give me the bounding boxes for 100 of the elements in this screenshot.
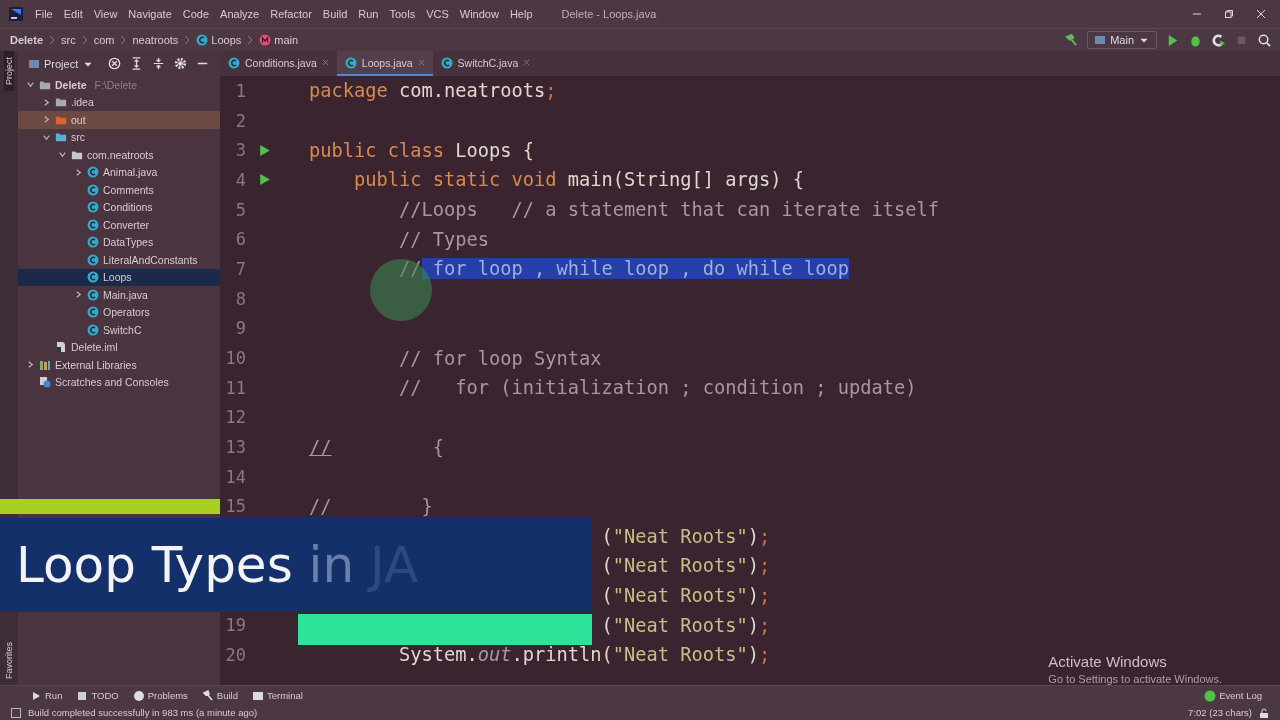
menu-item[interactable]: Refactor: [270, 8, 312, 20]
class-icon: [87, 306, 99, 319]
menu-item[interactable]: VCS: [426, 8, 449, 20]
chevron-icon[interactable]: [42, 115, 51, 125]
tree-item[interactable]: Converter: [18, 216, 220, 234]
class-icon: [344, 56, 357, 69]
locate-icon[interactable]: [107, 56, 123, 71]
class-icon: [87, 218, 99, 231]
tool-window-tab[interactable]: Run: [30, 689, 63, 702]
breadcrumb-item[interactable]: com: [93, 34, 115, 46]
status-message: Build completed successfully in 983 ms (a minute ago): [28, 707, 258, 718]
menu-item[interactable]: View: [93, 8, 118, 20]
tree-item[interactable]: Main.java: [18, 286, 220, 304]
library-icon: [39, 358, 51, 371]
tree-item[interactable]: com.neatroots: [18, 146, 220, 164]
tree-item[interactable]: LiteralAndConstants: [18, 251, 220, 269]
class-icon: [87, 323, 99, 336]
tree-item[interactable]: Delete F:\Delete: [18, 76, 220, 94]
project-view-dropdown[interactable]: Project: [22, 55, 101, 72]
breadcrumb-item[interactable]: src: [61, 34, 76, 46]
tree-item-label: .idea: [71, 96, 94, 109]
code-line: public class Loops {: [309, 139, 535, 161]
tree-item[interactable]: Delete.iml: [18, 338, 220, 356]
line-number: 5: [235, 199, 246, 220]
caret-position[interactable]: 7:02 (23 chars): [1188, 707, 1252, 718]
tree-item[interactable]: out: [18, 111, 220, 129]
breadcrumb-item[interactable]: neatroots: [132, 34, 179, 46]
settings-icon[interactable]: [173, 56, 189, 71]
favorites-tool-tab[interactable]: Favorites: [4, 636, 14, 685]
line-number: 6: [235, 229, 246, 250]
coverage-icon[interactable]: [1211, 32, 1226, 48]
search-icon[interactable]: [1257, 32, 1272, 48]
editor-tab[interactable]: Conditions.java: [220, 51, 337, 76]
chevron-icon[interactable]: [26, 80, 35, 90]
menu-item[interactable]: Analyze: [220, 8, 260, 20]
class-icon: [87, 183, 99, 196]
breadcrumb-item[interactable]: Loops: [196, 34, 242, 46]
tree-item[interactable]: External Libraries: [18, 356, 220, 374]
code-line: // }: [309, 495, 433, 517]
activation-title: Activate Windows: [1048, 653, 1168, 670]
tool-window-tab[interactable]: TODO: [76, 689, 119, 702]
hammer-icon[interactable]: [1064, 32, 1080, 48]
class-icon: [87, 253, 99, 266]
restore-icon[interactable]: [1224, 9, 1234, 19]
project-tool-tab[interactable]: Project: [4, 51, 14, 91]
chevron-icon[interactable]: [74, 290, 83, 300]
tree-item[interactable]: Loops: [18, 268, 220, 286]
menu-item[interactable]: Code: [182, 8, 210, 20]
lock-icon[interactable]: [1258, 706, 1270, 719]
chevron-icon[interactable]: [74, 167, 83, 177]
menu-item[interactable]: Edit: [63, 8, 83, 20]
event-log-button[interactable]: Event Log: [1204, 689, 1262, 702]
tree-item[interactable]: Operators: [18, 303, 220, 321]
menu-item[interactable]: Help: [509, 8, 533, 20]
line-number: 9: [235, 318, 246, 339]
menu-item[interactable]: Build: [322, 8, 348, 20]
editor-tab[interactable]: Loops.java: [336, 51, 433, 76]
tree-item[interactable]: src: [18, 128, 220, 146]
status-icon[interactable]: [10, 706, 22, 719]
tree-item[interactable]: SwitchC: [18, 321, 220, 339]
tree-item[interactable]: .idea: [18, 93, 220, 111]
tool-window-tab[interactable]: Terminal: [251, 689, 303, 702]
folder-icon: [55, 96, 67, 109]
line-number: 14: [225, 466, 246, 487]
line-number: 10: [225, 348, 246, 369]
breadcrumb-item[interactable]: Delete: [10, 34, 44, 46]
tree-item[interactable]: DataTypes: [18, 233, 220, 251]
menu-item[interactable]: Navigate: [128, 8, 172, 20]
chevron-icon[interactable]: [26, 360, 35, 370]
activation-message: Go to Settings to activate Windows.: [1048, 673, 1222, 685]
chevron-icon[interactable]: [58, 150, 67, 160]
line-number: 20: [225, 644, 246, 665]
menu-item[interactable]: Tools: [389, 8, 416, 20]
run-configuration-dropdown[interactable]: Main: [1087, 31, 1157, 49]
run-gutter-icon[interactable]: [258, 143, 271, 157]
tool-window-tab[interactable]: Problems: [132, 689, 188, 702]
tree-item[interactable]: Conditions: [18, 198, 220, 216]
run-gutter-icon[interactable]: [258, 173, 271, 187]
editor-tab[interactable]: SwitchC.java: [432, 51, 539, 76]
line-number: 7: [235, 258, 246, 279]
tool-window-tab[interactable]: Build: [201, 689, 238, 702]
tree-item-label: Scratches and Consoles: [55, 376, 169, 389]
menu-item[interactable]: Run: [358, 8, 379, 20]
menu-item[interactable]: File: [35, 8, 53, 20]
tree-item[interactable]: Animal.java: [18, 163, 220, 181]
code-line: // for loop , while loop , do while loop: [398, 258, 850, 280]
menu-item[interactable]: Window: [459, 8, 499, 20]
tree-item-label: Comments: [103, 183, 154, 196]
tree-item[interactable]: Scratches and Consoles: [18, 373, 220, 391]
line-number: 8: [235, 288, 246, 309]
code-line: ("Neat Roots");: [601, 555, 771, 577]
tree-item-label: SwitchC: [103, 323, 142, 336]
code-line: package com.neatroots;: [309, 80, 557, 102]
chevron-icon: [81, 35, 88, 45]
code-line: ("Neat Roots");: [601, 614, 771, 636]
terminal-icon: [251, 689, 264, 702]
breadcrumb-item[interactable]: main: [259, 34, 299, 46]
tree-item[interactable]: Comments: [18, 181, 220, 199]
tree-item-label: Animal.java: [103, 166, 158, 179]
chevron-icon[interactable]: [42, 97, 51, 107]
